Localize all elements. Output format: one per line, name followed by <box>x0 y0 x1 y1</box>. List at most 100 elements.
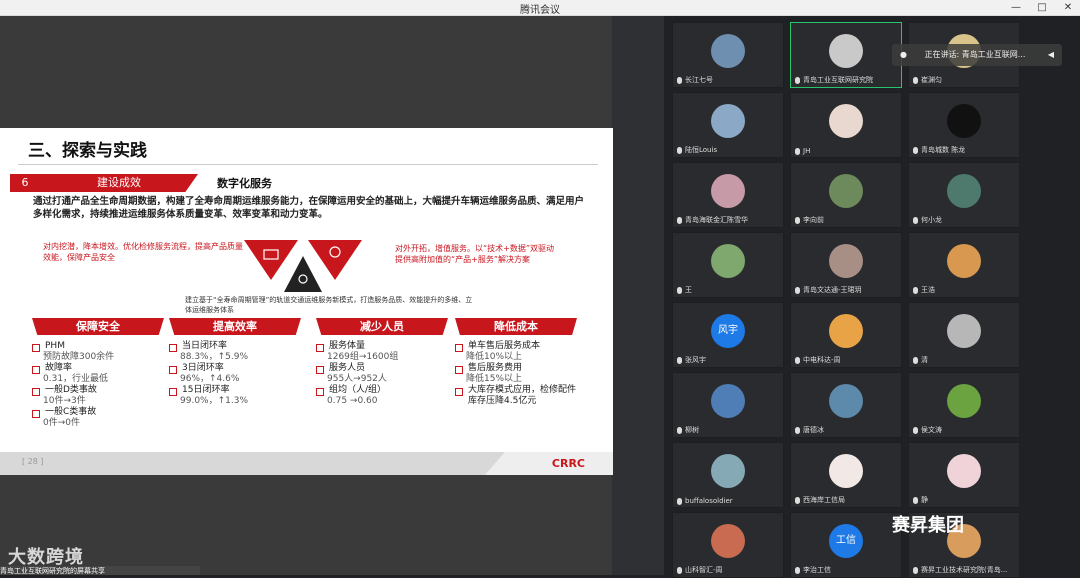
participant-tile[interactable]: 何小龙 <box>908 162 1020 228</box>
microphone-icon <box>795 147 800 155</box>
participant-tile[interactable]: 中电科达-周 <box>790 302 902 368</box>
participant-name-row: 何小龙 <box>913 215 942 225</box>
participant-name-row: 柳树 <box>677 425 699 435</box>
participant-tile[interactable]: 青岛文达通-王珺玥 <box>790 232 902 298</box>
participant-tile[interactable]: 唐德冰 <box>790 372 902 438</box>
bullet-icon <box>455 388 463 396</box>
close-icon[interactable]: ✕ <box>1062 0 1074 15</box>
microphone-icon <box>677 146 682 154</box>
avatar <box>947 384 981 418</box>
share-label: 青岛工业互联网研究院的屏幕共享 <box>0 566 200 575</box>
avatar <box>947 174 981 208</box>
participant-tile[interactable]: 长江七号 <box>672 22 784 88</box>
participant-tile[interactable]: 王浩 <box>908 232 1020 298</box>
microphone-icon <box>913 356 918 364</box>
participant-tile[interactable]: 风宇 张风宇 <box>672 302 784 368</box>
participant-name-row: 中电科达-周 <box>795 355 841 365</box>
participant-name-row: 清 <box>913 355 928 365</box>
speaking-label: 正在讲话: 青岛工业互联网... <box>924 50 1026 59</box>
avatar <box>711 104 745 138</box>
microphone-icon <box>795 496 800 504</box>
item-value: 1269组→1600组 <box>327 352 399 362</box>
avatar: 风宇 <box>711 314 745 348</box>
microphone-icon <box>677 286 682 294</box>
minimize-icon[interactable]: — <box>1010 0 1022 15</box>
collapse-icon[interactable]: ◀ <box>1048 44 1054 66</box>
participant-tile[interactable]: 王 <box>672 232 784 298</box>
avatar <box>711 244 745 278</box>
participant-name-row: 李向前 <box>795 215 824 225</box>
item-label: 组均（人/组） <box>329 385 387 395</box>
participant-tile[interactable]: 李向前 <box>790 162 902 228</box>
participant-name: 山科智汇-周 <box>685 566 723 574</box>
participant-name: 侯文涛 <box>921 426 942 434</box>
avatar <box>829 384 863 418</box>
column-efficiency: 提高效率 当日闭环率 88.3%，↑5.9% 3日闭环率 96%，↑4.6% 1… <box>169 318 301 407</box>
participant-tile[interactable]: 青岛城数 陈龙 <box>908 92 1020 158</box>
participant-name-row: 陆恒Louis <box>677 145 717 155</box>
participant-name-row: 青岛工业互联网研究院 <box>795 75 873 85</box>
participant-tile[interactable]: 青岛海联金汇陈雪华 <box>672 162 784 228</box>
participant-name-row: buffalosoldier <box>677 497 733 505</box>
speaker-icon: ● <box>900 50 907 59</box>
maximize-icon[interactable]: □ <box>1036 0 1048 15</box>
avatar <box>711 384 745 418</box>
bullet-icon <box>169 344 177 352</box>
participant-name-row: 山科智汇-周 <box>677 565 723 575</box>
participant-name-row: 青岛城数 陈龙 <box>913 145 965 155</box>
participant-name: 李治工信 <box>803 566 831 574</box>
microphone-icon <box>677 216 682 224</box>
center-triangle <box>284 256 322 292</box>
participant-name: 何小龙 <box>921 216 942 224</box>
participant-tile[interactable]: 山科智汇-周 <box>672 512 784 578</box>
participant-name-row: 西海岸工信局 <box>795 495 845 505</box>
participant-tile[interactable]: 清 <box>908 302 1020 368</box>
avatar <box>947 314 981 348</box>
avatar <box>829 34 863 68</box>
item-label: 售后服务费用 <box>468 363 523 373</box>
participant-tile[interactable]: JH <box>790 92 902 158</box>
item-label: 一般C类事故 <box>45 407 97 417</box>
column-title: 保障安全 <box>32 318 164 335</box>
participant-tile[interactable]: buffalosoldier <box>672 442 784 508</box>
avatar <box>711 524 745 558</box>
avatar <box>711 34 745 68</box>
participant-tile[interactable]: 陆恒Louis <box>672 92 784 158</box>
item-label: 当日闭环率 <box>182 341 228 351</box>
avatar <box>947 244 981 278</box>
participant-tile[interactable]: 柳树 <box>672 372 784 438</box>
microphone-icon <box>677 76 682 84</box>
participant-name-row: JH <box>795 147 810 155</box>
participant-tile[interactable]: 西海岸工信局 <box>790 442 902 508</box>
participant-tile[interactable]: 青岛工业互联网研究院 <box>790 22 902 88</box>
avatar: 工信 <box>829 524 863 558</box>
crrc-logo: CRRC <box>551 457 585 470</box>
microphone-icon <box>913 76 918 84</box>
participant-name-row: 崔渊匀 <box>913 75 942 85</box>
participant-name: 李向前 <box>803 216 824 224</box>
slide-subhead: 数字化服务 <box>217 177 272 190</box>
window-title: 腾讯会议 <box>520 5 560 16</box>
left-triangle <box>244 240 298 280</box>
participant-tile[interactable]: 侯文涛 <box>908 372 1020 438</box>
column-cost: 降低成本 单车售后服务成本 降低10%以上 售后服务费用 降低15%以上 大库存… <box>455 318 577 407</box>
item-label: 故障率 <box>45 363 73 373</box>
participant-name: buffalosoldier <box>685 497 733 505</box>
slide-banner: 建设成效 <box>40 174 198 192</box>
participant-name: 崔渊匀 <box>921 76 942 84</box>
participant-name: 赛昇工业技术研究院(青岛... <box>921 566 1008 574</box>
item-value: 降低15%以上 <box>466 374 523 384</box>
item-value: 10件→3件 <box>43 396 86 406</box>
participant-tile[interactable]: 工信李治工信 <box>790 512 902 578</box>
participant-tile[interactable]: 静 <box>908 442 1020 508</box>
avatar <box>829 454 863 488</box>
participant-name: 青岛城数 陈龙 <box>921 146 966 154</box>
item-value: 96%，↑4.6% <box>180 374 240 384</box>
column-safety: 保障安全 PHM 预防故障300余件 故障率 0.31，行业最低 一般D类事故 … <box>32 318 164 429</box>
divider <box>18 164 598 165</box>
participant-name: 中电科达-周 <box>803 356 841 364</box>
participant-name: 陆恒Louis <box>685 146 718 154</box>
microphone-icon <box>795 286 800 294</box>
bullet-icon <box>316 366 324 374</box>
item-label: 一般D类事故 <box>45 385 97 395</box>
